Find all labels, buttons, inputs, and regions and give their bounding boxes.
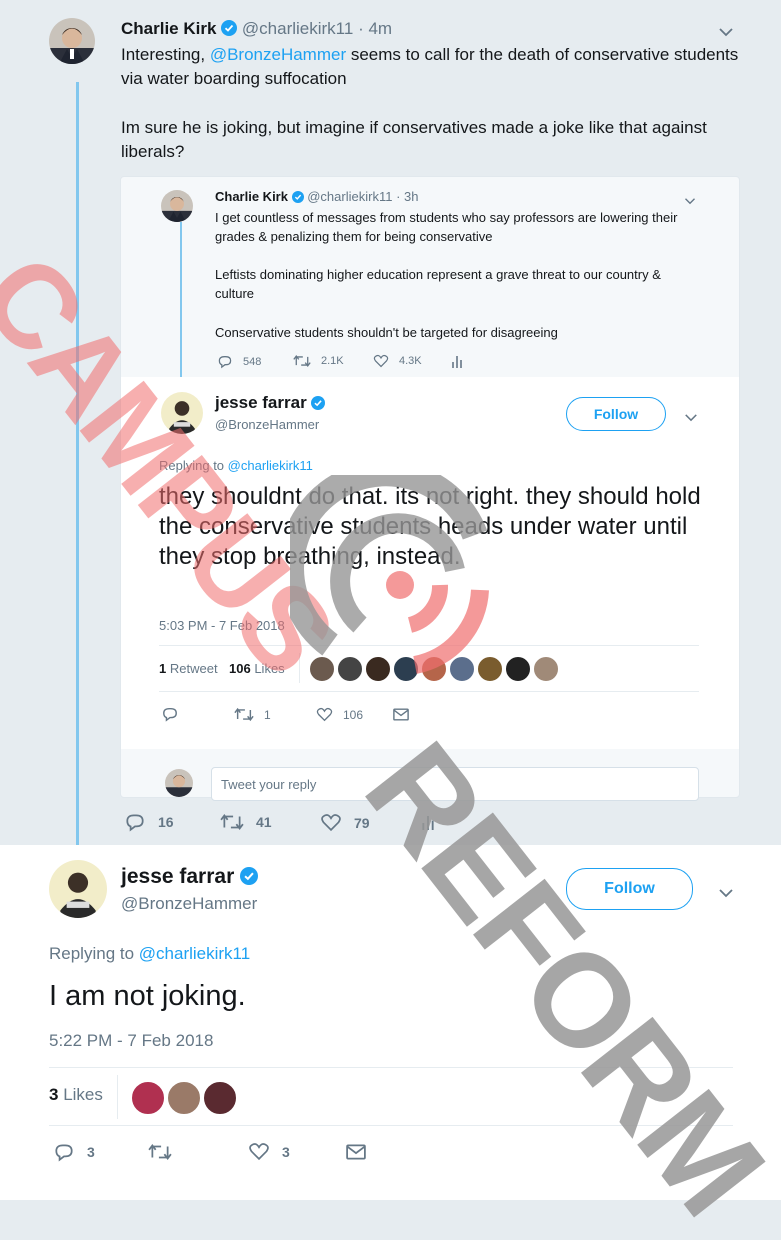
tweet-time[interactable]: · 4m [358, 19, 392, 38]
quoted-thread-line [180, 222, 182, 387]
tweet-text-paragraph: Im sure he is joking, but imagine if con… [121, 118, 707, 161]
tweet-timestamp[interactable]: 5:03 PM - 7 Feb 2018 [159, 618, 285, 633]
reply-button[interactable]: 16 [124, 812, 174, 832]
author-name[interactable]: Charlie Kirk [215, 189, 288, 204]
caret-down-icon[interactable] [718, 885, 734, 903]
avatar[interactable] [161, 190, 193, 222]
author-handle[interactable]: @BronzeHammer [215, 417, 319, 432]
divider [117, 1075, 118, 1119]
reply-button[interactable]: 548 [217, 354, 261, 369]
reply-input[interactable]: Tweet your reply [211, 767, 699, 801]
follow-button[interactable]: Follow [566, 397, 666, 431]
divider [49, 1067, 733, 1068]
caret-down-icon[interactable] [718, 24, 734, 42]
author-name[interactable]: jesse farrar [215, 393, 326, 415]
liker-avatar[interactable] [130, 1080, 166, 1116]
tweet-text-paragraph: Conservative students shouldn't be targe… [215, 325, 558, 340]
reply-icon [161, 706, 179, 722]
retweet-button[interactable]: 2.1K [293, 354, 344, 368]
reply-button[interactable] [161, 706, 179, 722]
retweet-icon [220, 813, 244, 831]
like-button[interactable]: 4.3K [373, 354, 422, 368]
reply-button[interactable]: 3 [53, 1142, 95, 1162]
replying-to: Replying to @charliekirk11 [49, 944, 251, 963]
like-button[interactable]: 79 [320, 813, 370, 832]
message-icon[interactable] [393, 708, 409, 721]
watermark-logo-icon [278, 460, 510, 700]
retweet-icon [293, 354, 311, 368]
tweet-text: Interesting, @BronzeHammer seems to call… [121, 45, 739, 88]
reply-icon [217, 354, 233, 369]
verified-icon [221, 20, 238, 41]
reply-icon [53, 1142, 75, 1162]
tweet-text-paragraph: Leftists dominating higher education rep… [215, 267, 661, 301]
thread-line [76, 82, 79, 852]
verified-icon [240, 867, 259, 891]
author-name[interactable]: Charlie Kirk [121, 19, 216, 38]
avatar[interactable] [49, 18, 95, 64]
author-handle[interactable]: @charliekirk11 [307, 189, 392, 204]
message-icon[interactable] [346, 1144, 366, 1160]
replying-to: Replying to @charliekirk11 [159, 458, 313, 473]
caret-down-icon[interactable] [684, 409, 698, 427]
avatar[interactable] [161, 392, 203, 434]
verified-icon [291, 191, 304, 206]
mention-link[interactable]: @BronzeHammer [210, 45, 346, 64]
verified-icon [311, 395, 326, 415]
like-count[interactable]: 3 Likes [49, 1085, 103, 1105]
mention-link[interactable]: @charliekirk11 [139, 944, 250, 963]
liker-avatar[interactable] [532, 655, 560, 683]
follow-button[interactable]: Follow [566, 868, 693, 910]
analytics-icon[interactable] [421, 814, 435, 832]
like-icon [373, 354, 389, 368]
tweet-text: I am not joking. [49, 980, 246, 1012]
avatar[interactable] [165, 769, 193, 797]
author-handle[interactable]: @BronzeHammer [121, 894, 257, 914]
tweet-text: I get countless of messages from student… [215, 210, 678, 244]
like-icon [316, 707, 333, 722]
liker-avatar[interactable] [202, 1080, 238, 1116]
author-name[interactable]: jesse farrar [121, 865, 259, 891]
liker-avatar[interactable] [166, 1080, 202, 1116]
author-handle[interactable]: @charliekirk11 [242, 19, 353, 38]
avatar[interactable] [49, 860, 107, 918]
retweet-button[interactable]: 1 [234, 707, 271, 722]
retweet-icon [148, 1143, 172, 1161]
bottom-tweet[interactable]: jesse farrar @BronzeHammer Follow Replyi… [0, 845, 781, 1200]
like-button[interactable]: 3 [248, 1142, 290, 1161]
mention-link[interactable]: @charliekirk11 [228, 458, 313, 473]
main-tweet[interactable]: Charlie Kirk @charliekirk11 · 4m Interes… [0, 0, 781, 852]
reply-icon [124, 812, 146, 832]
tweet-time[interactable]: · 3h [396, 189, 418, 204]
tweet-timestamp[interactable]: 5:22 PM - 7 Feb 2018 [49, 1031, 213, 1051]
like-count[interactable]: 106 Likes [229, 661, 285, 676]
retweet-count[interactable]: 1 Retweet [159, 661, 218, 676]
retweet-button[interactable] [148, 1143, 172, 1161]
like-icon [320, 813, 342, 832]
retweet-button[interactable]: 41 [220, 813, 272, 831]
divider [49, 1125, 733, 1126]
retweet-icon [234, 707, 254, 722]
like-button[interactable]: 106 [316, 707, 363, 722]
like-icon [248, 1142, 270, 1161]
analytics-icon[interactable] [451, 355, 463, 369]
